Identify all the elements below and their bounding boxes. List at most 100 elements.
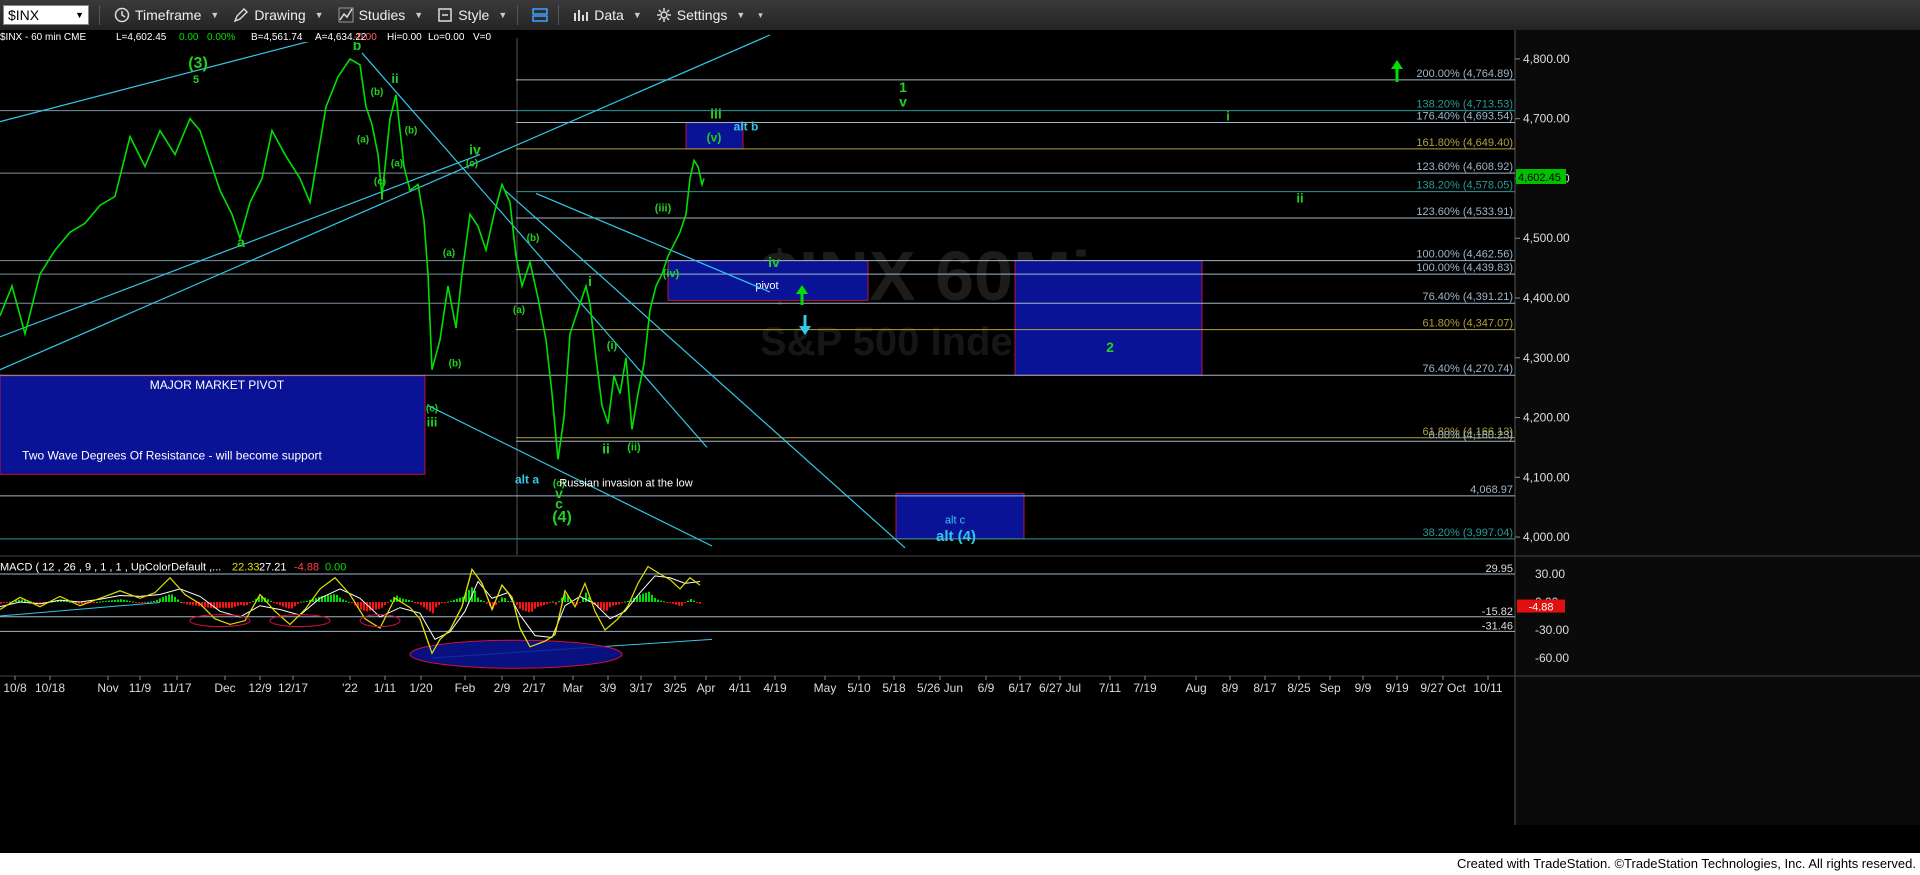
macd-histogram-bar <box>426 602 428 610</box>
x-tick-label: 10/18 <box>35 681 65 695</box>
overflow-caret-icon[interactable]: ▾ <box>758 10 763 21</box>
x-tick-label: 5/10 <box>847 681 871 695</box>
macd-histogram-bar <box>447 601 449 603</box>
macd-y-tick-label: -60.00 <box>1535 651 1569 665</box>
symbol-input[interactable]: $INX ▼ <box>3 5 89 25</box>
macd-histogram-bar <box>444 602 446 603</box>
macd-histogram-bar <box>669 602 671 603</box>
macd-histogram-bar <box>423 602 425 608</box>
macd-histogram-bar <box>486 602 488 604</box>
wave-label: (a) <box>391 159 403 170</box>
chevron-down-icon[interactable]: ▼ <box>75 10 84 20</box>
macd-level-label: 29.95 <box>1485 563 1513 575</box>
x-tick-label: Dec <box>214 681 235 695</box>
macd-histogram-bar <box>105 600 107 602</box>
macd-histogram-bar <box>477 597 479 602</box>
fib-level-label: 138.20% (4,578.05) <box>1416 180 1513 192</box>
macd-histogram-bar <box>372 602 374 611</box>
data-menu[interactable]: Data ▼ <box>573 7 642 23</box>
macd-histogram-bar <box>666 602 668 603</box>
macd-histogram-bar <box>609 602 611 608</box>
drawing-menu[interactable]: Drawing ▼ <box>233 7 324 23</box>
macd-histogram-bar <box>450 600 452 602</box>
macd-histogram-bar <box>234 602 236 607</box>
toolbar-separator <box>558 5 560 25</box>
wave-label: (ii) <box>627 441 641 453</box>
macd-histogram-bar <box>504 598 506 602</box>
macd-divergence-ellipse <box>409 639 623 669</box>
wave-label: (iv) <box>663 268 680 280</box>
macd-histogram-bar <box>147 601 149 603</box>
macd-histogram-bar <box>276 602 278 605</box>
macd-level-label: -15.82 <box>1482 606 1513 618</box>
macd-title: MACD ( 12 , 26 , 9 , 1 , 1 , UpColorDefa… <box>0 561 221 573</box>
macd-histogram-bar <box>540 602 542 607</box>
macd-histogram-bar <box>171 594 173 602</box>
macd-histogram-bar <box>267 599 269 602</box>
macd-histogram-bar <box>162 597 164 602</box>
macd-last-label: -4.88 <box>1528 602 1553 614</box>
header-bid: B=4,561.74 <box>251 32 303 43</box>
macd-histogram-bar <box>279 602 281 606</box>
settings-menu[interactable]: Settings ▼ ▾ <box>656 7 763 23</box>
settings-label: Settings <box>676 7 728 23</box>
chevron-down-icon: ▼ <box>498 10 508 20</box>
wave-label: ii <box>1296 190 1303 205</box>
macd-histogram-bar <box>222 602 224 608</box>
macd-value: 22.33 <box>232 561 260 573</box>
x-tick-label: 8/25 <box>1287 681 1311 695</box>
macd-histogram-bar <box>111 600 113 602</box>
wave-label: (v) <box>707 130 722 144</box>
macd-histogram-bar <box>117 599 119 602</box>
studies-label: Studies <box>358 7 406 23</box>
macd-histogram-bar <box>684 602 686 603</box>
timeframe-menu[interactable]: Timeframe ▼ <box>114 7 219 23</box>
russian-invasion-annotation: Russian invasion at the low <box>559 477 692 489</box>
macd-histogram-bar <box>549 602 551 603</box>
fib-level-label: 100.00% (4,439.83) <box>1416 262 1513 274</box>
fib-level-label: 61.80% (4,347.07) <box>1422 318 1513 330</box>
macd-histogram-bar <box>534 602 536 609</box>
x-tick-label: 11/17 <box>162 681 191 695</box>
style-icon <box>438 8 452 22</box>
layout-button[interactable] <box>532 7 549 23</box>
macd-histogram-bar <box>618 602 620 605</box>
macd-histogram-bar <box>294 602 296 607</box>
macd-histogram-bar <box>483 601 485 603</box>
wave-label: (b) <box>449 359 462 370</box>
macd-histogram-bar <box>132 601 134 603</box>
macd-histogram-bar <box>348 601 350 603</box>
wave-label: (a) <box>443 248 455 259</box>
fib-level-label: 76.40% (4,270.74) <box>1422 363 1513 375</box>
macd-histogram-bar <box>273 602 275 603</box>
macd-histogram-bar <box>522 602 524 611</box>
chevron-down-icon: ▼ <box>414 10 424 20</box>
y-tick-label: 4,800.00 <box>1523 52 1570 66</box>
toolbar-separator <box>517 5 519 25</box>
wave-label: a <box>237 234 245 250</box>
wave-label: iii <box>710 106 722 122</box>
macd-histogram-bar <box>231 602 233 608</box>
macd-histogram-bar <box>612 602 614 606</box>
major-pivot-label: MAJOR MARKET PIVOT <box>150 378 285 392</box>
macd-y-tick-label: -30.00 <box>1535 623 1569 637</box>
price-chart[interactable]: $INX 60MinS&P 500 Index4,000.004,100.004… <box>0 30 1920 853</box>
macd-histogram-bar <box>186 602 188 605</box>
macd-histogram-bar <box>651 594 653 602</box>
wave-label: (c) <box>426 404 438 415</box>
x-tick-label: 8/9 <box>1222 681 1239 695</box>
macd-histogram-bar <box>306 600 308 602</box>
macd-histogram-bar <box>474 590 476 602</box>
macd-histogram-bar <box>402 598 404 602</box>
macd-histogram-bar <box>339 597 341 602</box>
wave-label: (b) <box>527 233 540 244</box>
y-tick-label: 4,200.00 <box>1523 411 1570 425</box>
macd-histogram-bar <box>525 602 527 612</box>
last-price-label: 4,602.45 <box>1518 172 1561 184</box>
x-tick-label: Apr <box>697 681 716 695</box>
macd-histogram-bar <box>183 602 185 604</box>
macd-value: 0.00 <box>325 561 346 573</box>
style-menu[interactable]: Style ▼ <box>437 7 507 23</box>
studies-menu[interactable]: Studies ▼ <box>338 7 424 23</box>
x-tick-label: 6/27 Jul <box>1039 681 1081 695</box>
